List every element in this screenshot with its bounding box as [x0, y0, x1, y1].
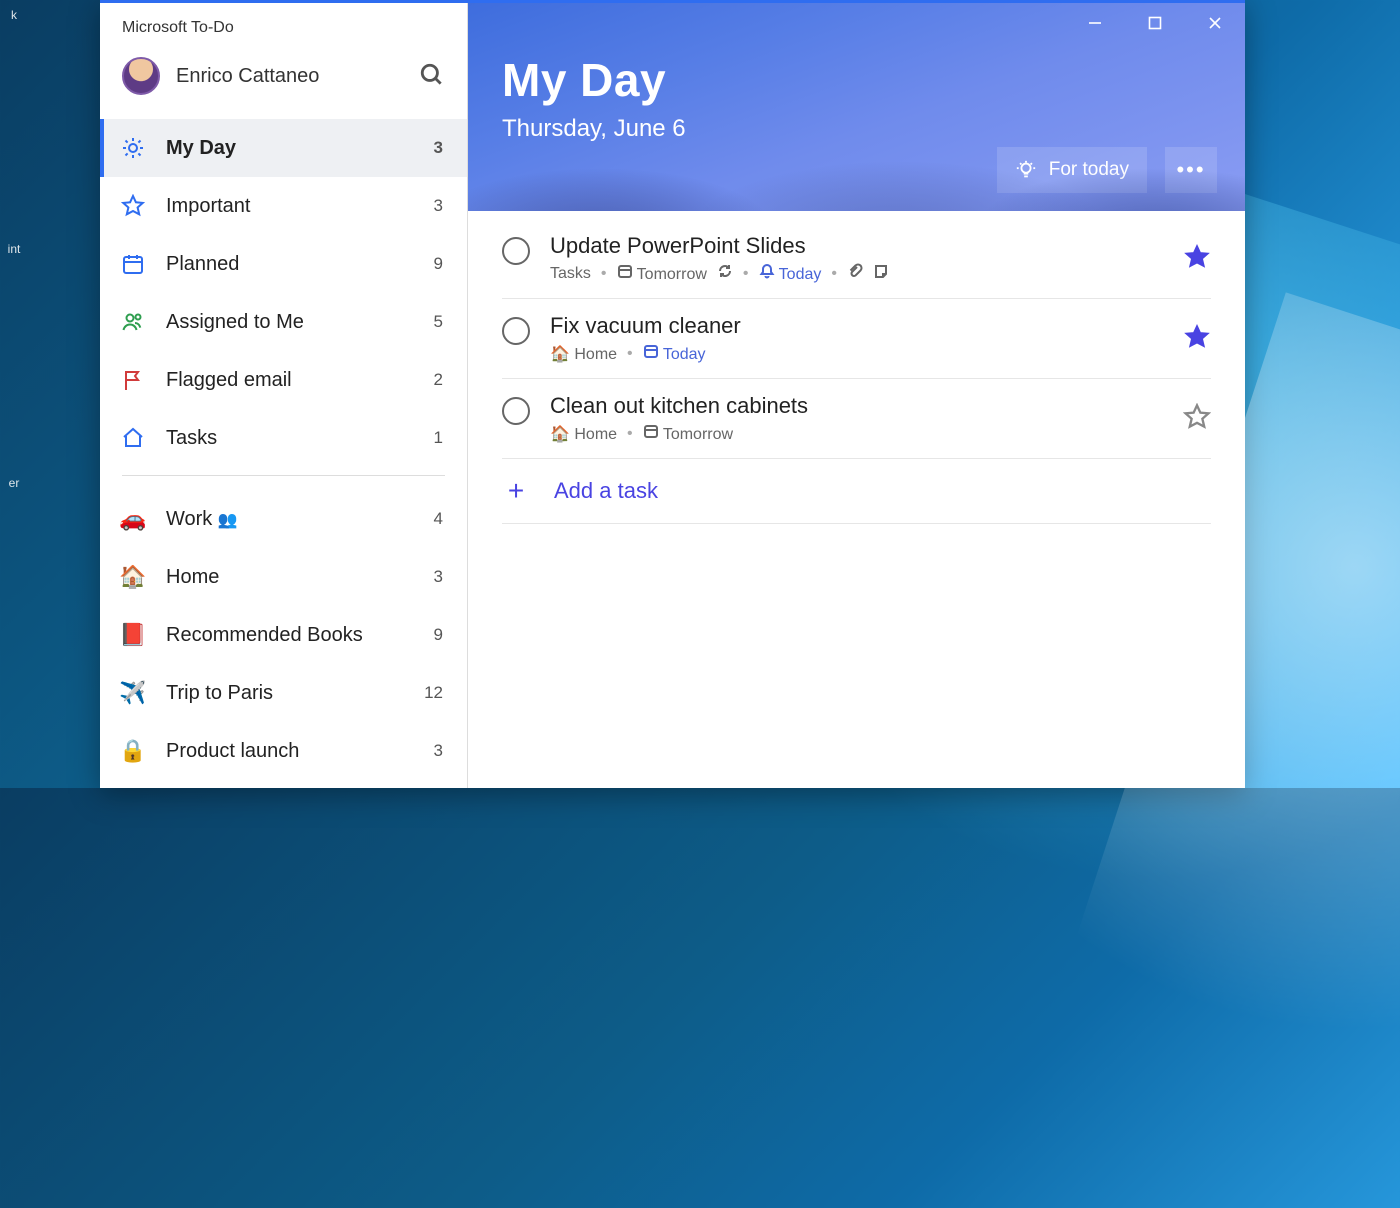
suggestions-button[interactable]: For today: [997, 147, 1147, 193]
sidebar-item-count: 9: [434, 625, 443, 645]
sidebar-item-count: 3: [434, 567, 443, 587]
sidebar-item-label: Work 👥: [166, 508, 414, 531]
sidebar-item-label: Tasks: [166, 427, 414, 450]
star-icon: [120, 193, 146, 219]
sun-icon: [120, 135, 146, 161]
task-row[interactable]: Update PowerPoint SlidesTasks • Tomorrow…: [502, 219, 1211, 299]
task-complete-checkbox[interactable]: [502, 397, 530, 425]
task-title: Update PowerPoint Slides: [550, 233, 1163, 259]
maximize-button[interactable]: [1125, 3, 1185, 43]
header-date: Thursday, June 6: [502, 115, 1211, 143]
repeat-icon: [717, 263, 733, 284]
sidebar-item-label: Important: [166, 195, 414, 218]
sidebar-item-label: Trip to Paris: [166, 682, 404, 705]
add-task-label: Add a task: [554, 478, 658, 504]
sidebar-item-count: 9: [434, 254, 443, 274]
home-icon: [120, 425, 146, 451]
sidebar-item-important[interactable]: Important 3: [100, 177, 467, 235]
sidebar-item-work[interactable]: 🚗 Work 👥 4: [100, 490, 467, 548]
sidebar-item-count: 3: [434, 741, 443, 761]
lightbulb-icon: [1015, 159, 1037, 181]
sidebar-item-home[interactable]: 🏠 Home 3: [100, 548, 467, 606]
sidebar-item-count: 3: [434, 196, 443, 216]
task-title: Clean out kitchen cabinets: [550, 393, 1163, 419]
task-due: Tomorrow: [617, 263, 707, 284]
sidebar-item-flagged[interactable]: Flagged email 2: [100, 351, 467, 409]
ellipsis-icon: •••: [1176, 157, 1205, 183]
sidebar-item-paris[interactable]: ✈️ Trip to Paris 12: [100, 664, 467, 722]
list-emoji-icon: 🚗: [120, 506, 146, 532]
list-emoji-icon: ✈️: [120, 680, 146, 706]
sidebar-item-planned[interactable]: Planned 9: [100, 235, 467, 293]
sidebar-item-count: 5: [434, 312, 443, 332]
sidebar-item-count: 12: [424, 683, 443, 703]
task-title: Fix vacuum cleaner: [550, 313, 1163, 339]
sidebar-item-books[interactable]: 📕 Recommended Books 9: [100, 606, 467, 664]
task-due: Tomorrow: [643, 423, 733, 444]
task-list: Update PowerPoint SlidesTasks • Tomorrow…: [468, 211, 1245, 524]
task-complete-checkbox[interactable]: [502, 317, 530, 345]
suggestions-label: For today: [1049, 159, 1129, 181]
task-star-button[interactable]: [1183, 243, 1211, 274]
user-lists: 🚗 Work 👥 4 🏠 Home 3 📕 Recommended Books 9 ✈️ Trip …: [100, 484, 467, 780]
sidebar-item-label: Flagged email: [166, 369, 414, 392]
calendar-icon: [120, 251, 146, 277]
search-button[interactable]: [419, 62, 445, 91]
list-emoji-icon: 🔒: [120, 738, 146, 764]
list-emoji-icon: 🏠: [120, 564, 146, 590]
sidebar-item-label: Home: [166, 566, 414, 589]
minimize-button[interactable]: [1065, 3, 1125, 43]
avatar: [122, 57, 160, 95]
task-row[interactable]: Fix vacuum cleaner🏠 Home • Today: [502, 299, 1211, 379]
list-emoji-icon: 📕: [120, 622, 146, 648]
sidebar-item-label: Planned: [166, 253, 414, 276]
main-pane: My Day Thursday, June 6 For today ••• Up…: [468, 3, 1245, 788]
person-icon: [120, 309, 146, 335]
task-star-button[interactable]: [1183, 403, 1211, 434]
task-reminder: Today: [759, 263, 822, 284]
page-title: My Day: [502, 53, 1211, 107]
window-controls: [1065, 3, 1245, 43]
sidebar-item-label: Assigned to Me: [166, 311, 414, 334]
attachment-icon: [847, 263, 863, 284]
todo-app-window: Microsoft To-Do Enrico Cattaneo My Day 3…: [100, 0, 1245, 788]
shared-icon: 👥: [218, 512, 238, 529]
task-due: Today: [643, 343, 706, 364]
more-options-button[interactable]: •••: [1165, 147, 1217, 193]
sidebar-item-launch[interactable]: 🔒 Product launch 3: [100, 722, 467, 780]
desktop-icon-strip: k int er: [0, 0, 28, 788]
flag-icon: [120, 367, 146, 393]
sidebar-item-count: 1: [434, 428, 443, 448]
profile-row[interactable]: Enrico Cattaneo: [100, 47, 467, 113]
sidebar-item-tasks[interactable]: Tasks 1: [100, 409, 467, 467]
sidebar-item-count: 2: [434, 370, 443, 390]
sidebar-item-count: 3: [434, 138, 443, 158]
plus-icon: +: [502, 477, 530, 505]
sidebar-divider: [122, 475, 445, 476]
sidebar-item-label: My Day: [166, 137, 414, 160]
task-list-name: 🏠 Home: [550, 344, 617, 364]
add-task-row[interactable]: + Add a task: [502, 459, 1211, 524]
sidebar-item-myday[interactable]: My Day 3: [100, 119, 467, 177]
close-button[interactable]: [1185, 3, 1245, 43]
profile-name: Enrico Cattaneo: [176, 65, 403, 88]
task-row[interactable]: Clean out kitchen cabinets🏠 Home • Tomor…: [502, 379, 1211, 459]
sidebar: Microsoft To-Do Enrico Cattaneo My Day 3…: [100, 3, 468, 788]
task-star-button[interactable]: [1183, 323, 1211, 354]
task-list-name: Tasks: [550, 265, 591, 283]
search-icon: [419, 62, 445, 88]
sidebar-item-assigned[interactable]: Assigned to Me 5: [100, 293, 467, 351]
smart-lists: My Day 3 Important 3 Planned 9: [100, 113, 467, 467]
task-complete-checkbox[interactable]: [502, 237, 530, 265]
task-list-name: 🏠 Home: [550, 424, 617, 444]
note-icon: [873, 263, 889, 284]
sidebar-item-label: Product launch: [166, 740, 414, 763]
sidebar-item-count: 4: [434, 509, 443, 529]
sidebar-item-label: Recommended Books: [166, 624, 414, 647]
app-title: Microsoft To-Do: [100, 3, 467, 47]
